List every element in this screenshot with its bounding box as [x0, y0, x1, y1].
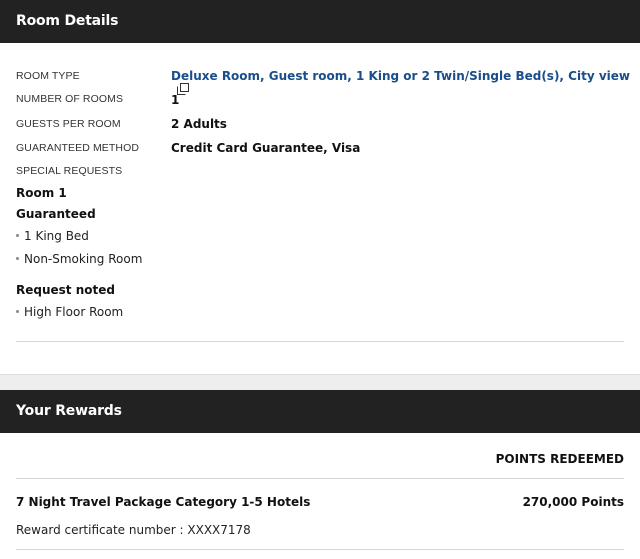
bullet-icon: [16, 310, 19, 313]
noted-item-text: High Floor Room: [24, 305, 124, 319]
section-separator: [0, 374, 640, 390]
rewards-header: Your Rewards: [0, 390, 640, 433]
guests-per-room-label: GUESTS PER ROOM: [16, 118, 121, 130]
number-of-rooms-label: NUMBER OF ROOMS: [16, 93, 124, 105]
points-redeemed-header: POINTS REDEEMED: [495, 452, 624, 466]
guests-per-room-value: 2 Adults: [171, 117, 227, 131]
room-details-header: Room Details: [0, 0, 640, 43]
reward-points: 270,000 Points: [522, 495, 624, 509]
rewards-header-divider: [16, 478, 624, 479]
reward-name: 7 Night Travel Package Category 1-5 Hote…: [16, 495, 311, 509]
bullet-icon: [16, 257, 19, 260]
guaranteed-item: Non-Smoking Room: [16, 252, 142, 266]
guaranteed-method-label: GUARANTEED METHOD: [16, 142, 140, 154]
guaranteed-item: 1 King Bed: [16, 229, 89, 243]
special-requests-label: SPECIAL REQUESTS: [16, 165, 123, 177]
guaranteed-method-value: Credit Card Guarantee, Visa: [171, 141, 361, 155]
guaranteed-item-text: 1 King Bed: [24, 229, 89, 243]
noted-item: High Floor Room: [16, 305, 123, 319]
room-heading: Room 1: [16, 186, 67, 200]
guaranteed-heading: Guaranteed: [16, 207, 96, 221]
room-type-label: ROOM TYPE: [16, 70, 80, 82]
rewards-divider: [16, 549, 624, 550]
bullet-icon: [16, 234, 19, 237]
guaranteed-item-text: Non-Smoking Room: [24, 252, 143, 266]
number-of-rooms-value: 1: [171, 93, 180, 107]
reward-certificate: Reward certificate number : XXXX7178: [16, 523, 251, 537]
room-details-divider: [16, 341, 624, 342]
room-type-link[interactable]: Deluxe Room, Guest room, 1 King or 2 Twi…: [171, 69, 630, 83]
room-type-value[interactable]: Deluxe Room, Guest room, 1 King or 2 Twi…: [171, 69, 640, 97]
request-noted-heading: Request noted: [16, 283, 115, 297]
